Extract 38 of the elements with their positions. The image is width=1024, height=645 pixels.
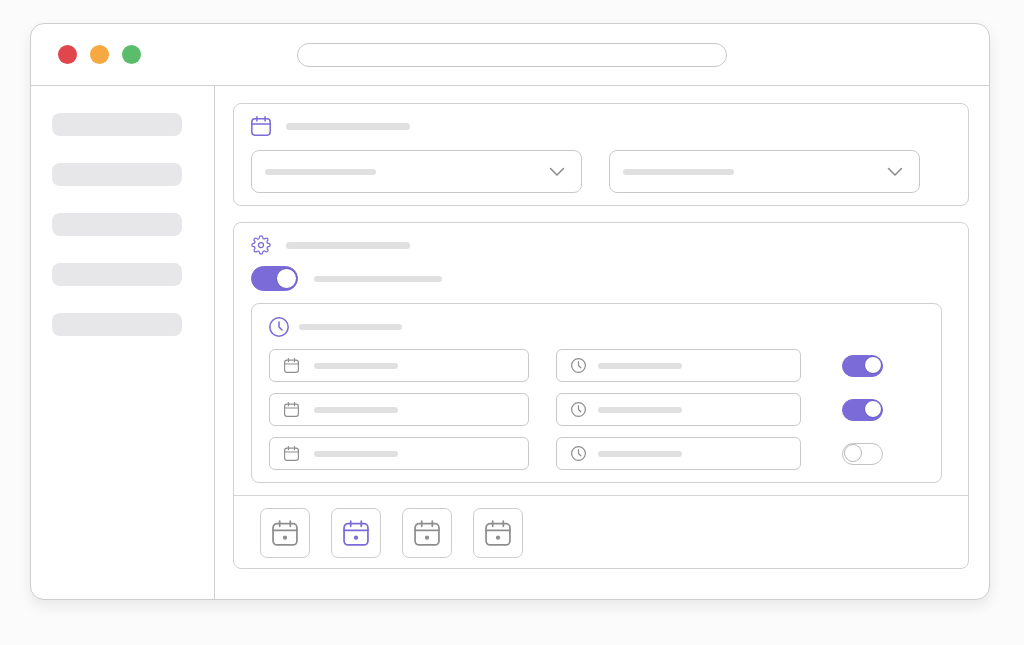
window-control-dot[interactable] bbox=[58, 45, 77, 64]
toggle-switch[interactable] bbox=[251, 266, 298, 291]
calendar-tile[interactable] bbox=[473, 508, 523, 558]
calendar-tile[interactable] bbox=[260, 508, 310, 558]
time-field[interactable] bbox=[556, 437, 801, 470]
calendar-tile[interactable] bbox=[402, 508, 452, 558]
calendar-icon bbox=[251, 116, 271, 136]
calendar-icon bbox=[343, 520, 369, 546]
toggle-switch[interactable] bbox=[842, 354, 883, 377]
time-field[interactable] bbox=[556, 393, 801, 426]
calendar-icon bbox=[284, 446, 299, 461]
time-field[interactable] bbox=[556, 349, 801, 382]
date-field[interactable] bbox=[269, 437, 529, 470]
date-field[interactable] bbox=[269, 349, 529, 382]
toggle-switch[interactable] bbox=[842, 442, 883, 465]
calendar-icon bbox=[485, 520, 511, 546]
clock-icon bbox=[571, 402, 586, 417]
date-field[interactable] bbox=[269, 393, 529, 426]
calendar-tile[interactable] bbox=[331, 508, 381, 558]
clock-icon bbox=[571, 358, 586, 373]
calendar-icon bbox=[284, 402, 299, 417]
toggle-switch[interactable] bbox=[842, 398, 883, 421]
sidebar-item[interactable] bbox=[52, 263, 182, 286]
sidebar-item[interactable] bbox=[52, 113, 182, 136]
window-control-dot[interactable] bbox=[90, 45, 109, 64]
clock-icon bbox=[269, 317, 289, 337]
clock-icon bbox=[571, 446, 586, 461]
calendar-icon bbox=[272, 520, 298, 546]
sidebar-item[interactable] bbox=[52, 163, 182, 186]
window-control-dot[interactable] bbox=[122, 45, 141, 64]
calendar-icon bbox=[414, 520, 440, 546]
sidebar-item[interactable] bbox=[52, 313, 182, 336]
dropdown[interactable] bbox=[609, 150, 920, 193]
settings-icon bbox=[251, 235, 271, 255]
sidebar-item[interactable] bbox=[52, 213, 182, 236]
dropdown[interactable] bbox=[251, 150, 582, 193]
address-bar[interactable] bbox=[297, 42, 727, 67]
calendar-icon bbox=[284, 358, 299, 373]
